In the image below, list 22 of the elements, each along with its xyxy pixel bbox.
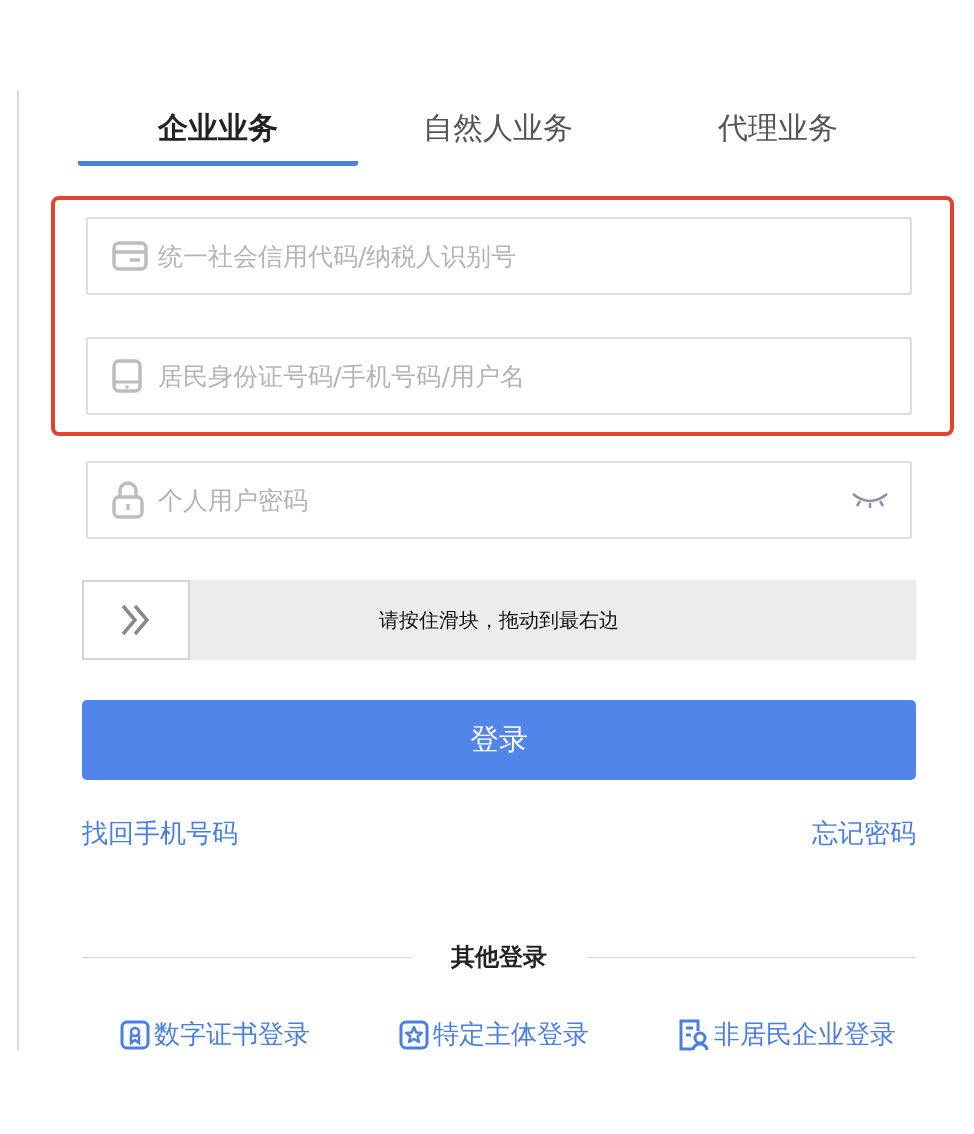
document-person-icon (678, 1018, 710, 1051)
input-field[interactable]: 统一社会信用代码/纳税人识别号 (86, 217, 912, 295)
double-chevron-icon (120, 603, 152, 637)
login-button[interactable]: 登录 (82, 700, 916, 780)
slider-hint: 请按住滑块，拖动到最右边 (378, 606, 620, 634)
login-option-link[interactable]: 数字证书登录 (120, 1017, 310, 1052)
tab[interactable]: 自然人业务 (358, 90, 638, 166)
tab[interactable]: 代理业务 (638, 90, 918, 166)
closed-eye-icon[interactable] (850, 490, 890, 510)
input-field[interactable]: 居民身份证号码/手机号码/用户名 (86, 337, 912, 415)
login-option-link[interactable]: 非居民企业登录 (678, 1017, 896, 1052)
tablet-icon (112, 359, 142, 393)
badge-icon (120, 1019, 150, 1050)
slider-handle[interactable] (82, 580, 190, 660)
tab[interactable]: 企业业务 (78, 90, 358, 166)
section-title: 其他登录 (451, 942, 547, 973)
card-icon (112, 241, 148, 271)
link[interactable]: 忘记密码 (812, 816, 916, 851)
login-option-link[interactable]: 特定主体登录 (399, 1017, 589, 1052)
link[interactable]: 找回手机号码 (82, 816, 238, 851)
input-field[interactable]: 个人用户密码 (86, 461, 912, 539)
lock-icon (112, 481, 144, 519)
